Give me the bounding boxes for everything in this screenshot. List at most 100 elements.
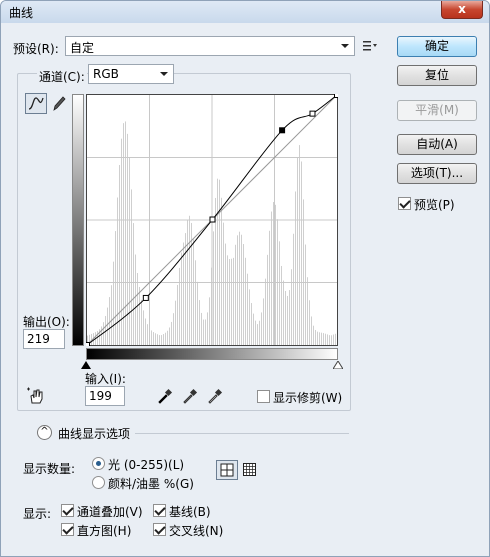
histogram-bar <box>137 273 138 345</box>
show-clipping-checkbox[interactable] <box>257 390 270 403</box>
histogram-bar <box>139 286 140 345</box>
control-point[interactable] <box>209 216 216 223</box>
show-amount-label: 显示数量: <box>23 462 76 476</box>
histogram-bar <box>227 255 228 345</box>
histogram-bar <box>307 277 308 345</box>
smooth-button[interactable]: 平滑(M) <box>397 100 477 121</box>
histogram-bar <box>219 179 220 345</box>
histogram-bar <box>261 312 262 345</box>
light-radio-label: 光 (0-255)(L) <box>108 458 185 472</box>
histogram-checkbox[interactable] <box>61 523 74 536</box>
close-button[interactable]: x <box>441 1 483 19</box>
histogram-bar <box>225 243 226 345</box>
histogram-bar <box>247 273 248 345</box>
histogram-bar <box>217 178 218 345</box>
pencil-icon[interactable] <box>51 94 67 112</box>
histogram-bar <box>189 215 190 345</box>
chevron-down-icon <box>341 44 349 48</box>
histogram-bar <box>201 312 202 345</box>
preview-label: 预览(P) <box>414 198 455 212</box>
collapse-chevron-icon[interactable]: ^ <box>37 425 52 440</box>
grid-10x10-icon[interactable] <box>243 463 257 477</box>
control-point[interactable] <box>86 342 90 347</box>
preview-checkbox[interactable] <box>398 197 411 210</box>
show-label: 显示: <box>23 507 52 521</box>
white-eyedropper-icon[interactable] <box>207 388 223 404</box>
ok-button[interactable]: 确定 <box>397 36 477 57</box>
curve-icon <box>28 97 44 110</box>
histogram-bar <box>195 260 196 345</box>
histogram-bar <box>255 320 256 345</box>
curve-edit-tool[interactable] <box>25 93 47 114</box>
on-image-adjust-hand-icon[interactable] <box>26 387 46 405</box>
white-point-slider[interactable] <box>333 361 343 369</box>
histogram-bar <box>335 333 336 345</box>
intersection-line-checkbox[interactable] <box>153 523 166 536</box>
histogram-bar <box>319 332 320 345</box>
histogram-bar <box>133 223 134 345</box>
chevron-down-icon <box>160 72 168 76</box>
preset-select[interactable]: 自定 <box>65 36 355 56</box>
histogram-bar <box>121 138 122 345</box>
preset-options-icon[interactable] <box>363 39 377 51</box>
histogram-bar <box>167 330 168 345</box>
histogram-bar <box>155 333 156 345</box>
histogram-bar <box>153 332 154 345</box>
histogram-bar <box>233 257 234 345</box>
control-point[interactable] <box>309 110 316 117</box>
histogram-bar <box>177 284 178 345</box>
histogram-bar <box>125 121 126 345</box>
histogram-bar <box>163 334 164 345</box>
histogram-bar <box>309 300 310 345</box>
baseline-checkbox[interactable] <box>153 504 166 517</box>
histogram-bar <box>165 332 166 345</box>
histogram-bar <box>113 261 114 345</box>
input-field[interactable]: 199 <box>85 386 125 406</box>
input-label: 输入(I): <box>85 372 126 386</box>
histogram-bar <box>169 327 170 345</box>
output-field[interactable]: 219 <box>23 329 65 349</box>
histogram-bar <box>199 300 200 345</box>
options-button[interactable]: 选项(T)... <box>397 163 477 184</box>
histogram-bar <box>305 244 306 345</box>
selected-control-point[interactable] <box>279 127 286 134</box>
histogram-bar <box>329 335 330 345</box>
histogram-bar <box>203 319 204 345</box>
histogram-bar <box>223 222 224 345</box>
pigment-radio[interactable] <box>92 476 105 489</box>
histogram-bar <box>181 252 182 345</box>
histogram-bar <box>327 334 328 345</box>
preset-value: 自定 <box>70 41 95 55</box>
channel-select[interactable]: RGB <box>88 64 174 84</box>
light-radio[interactable] <box>92 457 105 470</box>
histogram-bar <box>249 289 250 345</box>
reset-button[interactable]: 复位 <box>397 65 477 86</box>
gray-eyedropper-icon[interactable] <box>182 388 198 404</box>
histogram-bar <box>279 241 280 345</box>
control-point[interactable] <box>142 294 149 301</box>
pigment-radio-label: 颜料/油墨 %(G) <box>108 477 194 491</box>
histogram-bar <box>151 330 152 345</box>
auto-button[interactable]: 自动(A) <box>397 134 477 155</box>
histogram-bar <box>179 267 180 345</box>
histogram-bar <box>331 335 332 345</box>
histogram-bar <box>101 326 102 345</box>
histogram-bar <box>115 231 116 345</box>
curve-graph[interactable] <box>86 94 338 346</box>
histogram-bar <box>267 254 268 345</box>
histogram-bar <box>229 259 230 345</box>
histogram-bar <box>143 310 144 345</box>
histogram-bar <box>285 290 286 345</box>
control-point[interactable] <box>334 94 339 98</box>
histogram-bar <box>241 234 242 345</box>
dialog-title: 曲线 <box>9 6 34 20</box>
channel-value: RGB <box>93 67 119 81</box>
black-eyedropper-icon[interactable] <box>157 388 173 404</box>
histogram-bar <box>157 334 158 345</box>
histogram-bar <box>131 189 132 345</box>
black-point-slider[interactable] <box>81 361 91 369</box>
channel-overlays-checkbox[interactable] <box>61 504 74 517</box>
histogram-bar <box>259 320 260 345</box>
simple-grid-button[interactable] <box>216 460 238 480</box>
histogram-bar <box>303 199 304 345</box>
